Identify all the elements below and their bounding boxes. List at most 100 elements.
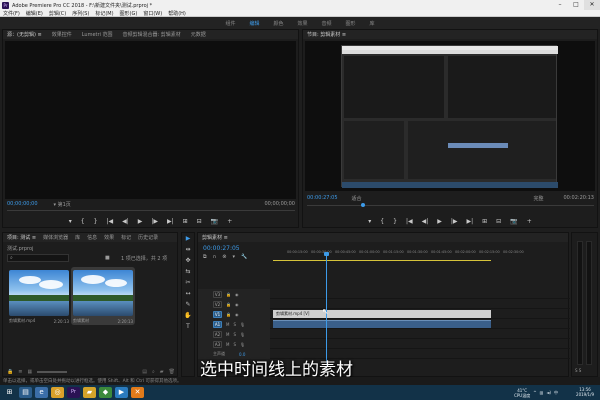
go-to-in-icon[interactable]: |◀ xyxy=(106,218,113,225)
input-method[interactable]: 中 xyxy=(554,390,558,396)
linked-selection-icon[interactable]: ⊗ xyxy=(222,254,226,260)
tab-sequence[interactable]: 剪辑素材 ≡ xyxy=(202,234,228,241)
track-label[interactable]: A1 xyxy=(213,320,222,328)
menu-help[interactable]: 帮助(H) xyxy=(168,10,186,17)
button-editor-icon[interactable]: + xyxy=(227,218,232,225)
add-marker-icon[interactable]: ▾ xyxy=(232,254,235,260)
rate-stretch-tool-icon[interactable]: ⇆ xyxy=(182,266,194,277)
delete-icon[interactable]: 🗑 xyxy=(169,369,175,375)
step-forward-icon[interactable]: |▶ xyxy=(151,218,158,225)
add-marker-icon[interactable]: ▾ xyxy=(368,218,371,225)
tab-history[interactable]: 历史记录 xyxy=(138,234,158,241)
step-back-icon[interactable]: ◀| xyxy=(122,218,129,225)
track-select-tool-icon[interactable]: ⇹ xyxy=(182,244,194,255)
workspace-tab-color[interactable]: 颜色 xyxy=(273,20,283,27)
mark-out-icon[interactable]: } xyxy=(393,218,397,225)
solo-icon[interactable]: S xyxy=(233,322,236,327)
media-taskbar-icon[interactable]: ▶ xyxy=(115,387,128,398)
premiere-taskbar-icon[interactable]: Pr xyxy=(67,387,80,398)
source-scrub-bar[interactable] xyxy=(7,210,295,211)
network-icon[interactable]: ▥ xyxy=(540,390,544,395)
go-to-in-icon[interactable]: |◀ xyxy=(406,218,413,225)
mute-icon[interactable]: M xyxy=(226,322,229,327)
maximize-button[interactable]: □ xyxy=(568,0,584,10)
step-forward-icon[interactable]: |▶ xyxy=(451,218,458,225)
source-fit-select[interactable]: ▾ 第1页 xyxy=(54,201,71,208)
snap-icon[interactable]: ∩ xyxy=(213,254,217,260)
menu-file[interactable]: 文件(F) xyxy=(3,10,20,17)
lock-icon[interactable]: 🔒 xyxy=(226,292,231,297)
razor-tool-icon[interactable]: ✂ xyxy=(182,277,194,288)
minimize-button[interactable]: – xyxy=(552,0,568,10)
track-label[interactable]: V3 xyxy=(213,290,222,298)
workspace-tab-assembly[interactable]: 组件 xyxy=(225,20,235,27)
program-timecode-current[interactable]: 00:00:27:05 xyxy=(307,195,338,201)
source-timecode-in[interactable]: 00;00;00;00 xyxy=(7,201,38,207)
menu-marker[interactable]: 标记(M) xyxy=(95,10,113,17)
mute-icon[interactable]: M xyxy=(226,342,229,347)
program-fit-select[interactable]: 适合 xyxy=(352,195,362,202)
tray-expand-icon[interactable]: ^ xyxy=(533,390,536,395)
play-icon[interactable]: ▶ xyxy=(437,218,442,225)
playhead-handle-icon[interactable] xyxy=(323,252,329,256)
ie-browser-icon[interactable]: e xyxy=(35,387,48,398)
zoom-slider[interactable] xyxy=(37,370,68,373)
find-icon[interactable]: ⌕ xyxy=(152,369,155,375)
ripple-edit-tool-icon[interactable]: ✥ xyxy=(182,255,194,266)
pen-tool-icon[interactable]: ✎ xyxy=(182,299,194,310)
cpu-temp[interactable]: 41°C CPU温度 xyxy=(514,388,530,398)
eye-icon[interactable]: ◉ xyxy=(235,302,239,307)
nest-icon[interactable]: ⧉ xyxy=(203,254,207,260)
selection-tool-icon[interactable]: ▶ xyxy=(182,233,194,244)
solo-icon[interactable]: S xyxy=(233,332,236,337)
mark-in-icon[interactable]: { xyxy=(380,218,384,225)
program-playhead-icon[interactable] xyxy=(361,203,365,207)
program-video-area[interactable] xyxy=(305,41,595,191)
tab-audio-clip-mixer[interactable]: 音频剪辑混合器: 剪辑素材 xyxy=(123,31,181,38)
workspace-tab-graphics[interactable]: 图形 xyxy=(346,20,356,27)
slip-tool-icon[interactable]: ↔ xyxy=(182,288,194,299)
folder-icon[interactable]: ▰ xyxy=(160,369,164,375)
chrome-browser-icon[interactable]: ◎ xyxy=(51,387,64,398)
workspace-tab-libraries[interactable]: 库 xyxy=(370,20,375,27)
track-label[interactable]: V1 xyxy=(213,310,222,318)
tab-source[interactable]: 源：(无剪辑) ≡ xyxy=(7,31,42,38)
add-marker-icon[interactable]: ▾ xyxy=(69,218,72,225)
track-label[interactable]: A2 xyxy=(213,330,222,338)
menu-graphics[interactable]: 图形(G) xyxy=(120,10,138,17)
source-video-area[interactable] xyxy=(5,41,296,199)
tab-info[interactable]: 信息 xyxy=(87,234,97,241)
xmind-taskbar-icon[interactable]: ✕ xyxy=(131,387,144,398)
track-label[interactable]: V2 xyxy=(213,300,222,308)
eye-icon[interactable]: ◉ xyxy=(235,292,239,297)
lock-icon[interactable]: 🔒 xyxy=(226,302,231,307)
voiceover-icon[interactable]: 🎙 xyxy=(240,332,245,337)
folder-taskbar-icon[interactable]: ▰ xyxy=(83,387,96,398)
tab-libraries[interactable]: 库 xyxy=(75,234,80,241)
workspace-tab-editing[interactable]: 编辑 xyxy=(249,20,259,27)
tab-media-browser[interactable]: 媒体浏览器 xyxy=(43,234,68,241)
insert-icon[interactable]: ⊞ xyxy=(183,218,188,225)
list-view-icon[interactable]: ≣ xyxy=(18,369,22,375)
program-quality-select[interactable]: 完整 xyxy=(533,195,543,202)
audio-clip[interactable] xyxy=(273,320,491,328)
new-item-icon[interactable]: ▤ xyxy=(142,369,147,375)
tab-metadata[interactable]: 元数据 xyxy=(191,31,206,38)
track-label[interactable]: A3 xyxy=(213,340,222,348)
lock-icon[interactable]: 🔒 xyxy=(7,369,13,375)
tab-program[interactable]: 节目: 剪辑素材 ≡ xyxy=(307,31,346,38)
work-area-bar[interactable] xyxy=(273,260,491,261)
button-editor-icon[interactable]: + xyxy=(527,218,532,225)
mark-in-icon[interactable]: { xyxy=(81,218,85,225)
settings-icon[interactable]: 🔧 xyxy=(241,254,247,260)
menu-sequence[interactable]: 序列(S) xyxy=(72,10,89,17)
menu-edit[interactable]: 编辑(E) xyxy=(26,10,43,17)
voiceover-icon[interactable]: 🎙 xyxy=(240,322,245,327)
timeline-timecode[interactable]: 00:00:27:05 xyxy=(203,245,240,252)
solo-icon[interactable]: S xyxy=(233,342,236,347)
workspace-tab-effects[interactable]: 效果 xyxy=(297,20,307,27)
solo-buttons[interactable]: S S xyxy=(575,368,581,373)
step-back-icon[interactable]: ◀| xyxy=(422,218,429,225)
file-explorer-icon[interactable]: ▤ xyxy=(19,387,32,398)
menu-window[interactable]: 窗口(W) xyxy=(143,10,162,17)
